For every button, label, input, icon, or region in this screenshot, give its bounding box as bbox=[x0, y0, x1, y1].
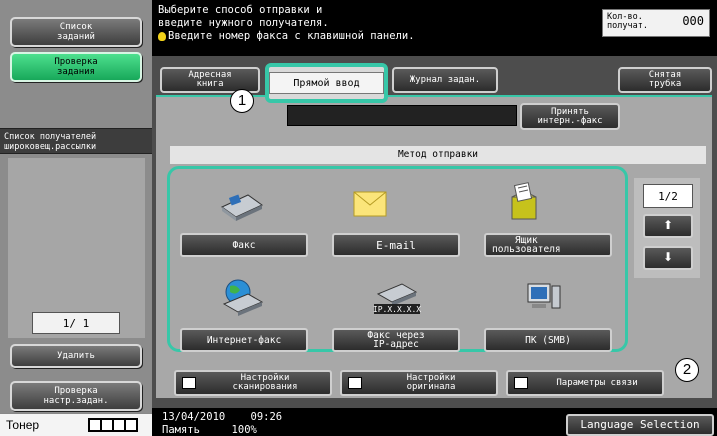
language-selection-button[interactable]: Language Selection bbox=[566, 414, 714, 436]
original-settings-button[interactable]: Настройки оригинала bbox=[340, 370, 498, 396]
fax-number-input[interactable] bbox=[287, 105, 517, 126]
recipient-count: Кол-во. получат. 000 bbox=[602, 9, 710, 37]
memory-label: Память bbox=[162, 424, 200, 436]
check-settings-button[interactable]: Проверка настр.задан. bbox=[10, 381, 142, 411]
broadcast-list[interactable] bbox=[8, 158, 145, 338]
accept-internet-fax-button[interactable]: Принять интерн.-факс bbox=[520, 103, 620, 130]
svg-text:IP.X.X.X.X: IP.X.X.X.X bbox=[373, 305, 421, 314]
internet-fax-icon bbox=[212, 276, 272, 318]
envelope-icon bbox=[340, 183, 400, 225]
job-list-button[interactable]: Список заданий bbox=[10, 17, 142, 47]
memory-value: 100% bbox=[231, 424, 257, 436]
comm-settings-button[interactable]: Параметры связи bbox=[506, 370, 664, 396]
toner-gauge bbox=[88, 418, 138, 432]
original-settings-icon bbox=[348, 377, 362, 389]
page-up-button[interactable]: ⬆ bbox=[643, 214, 693, 238]
pc-smb-button[interactable]: ПК (SMB) bbox=[484, 328, 612, 352]
method-header: Метод отправки bbox=[170, 146, 706, 164]
tab-job-log[interactable]: Журнал задан. bbox=[392, 67, 498, 93]
comm-settings-icon bbox=[514, 377, 528, 389]
lightbulb-icon bbox=[158, 32, 166, 41]
fax-button[interactable]: Факс bbox=[180, 233, 308, 257]
fax-icon bbox=[212, 183, 272, 225]
delete-button[interactable]: Удалить bbox=[10, 344, 142, 368]
tab-off-hook[interactable]: Снятая трубка bbox=[618, 67, 712, 93]
user-box-icon bbox=[494, 180, 554, 222]
recipient-count-value: 000 bbox=[682, 14, 704, 28]
user-box-button[interactable]: Ящик пользователя bbox=[484, 233, 612, 257]
toner-status: Тонер bbox=[0, 413, 152, 436]
pc-icon bbox=[514, 276, 574, 318]
scan-settings-button[interactable]: Настройки сканирования bbox=[174, 370, 332, 396]
ip-fax-button[interactable]: Факс через IP-адрес bbox=[332, 328, 460, 352]
callout-1: 1 bbox=[230, 89, 254, 113]
status-date: 13/04/2010 bbox=[162, 411, 226, 423]
callout-2: 2 bbox=[675, 358, 699, 382]
arrow-down-icon: ⬇ bbox=[662, 250, 674, 264]
arrow-up-icon: ⬆ bbox=[662, 218, 674, 232]
ip-fax-icon: IP.X.X.X.X bbox=[367, 276, 427, 318]
sidebar-page-counter: 1/ 1 bbox=[32, 312, 120, 334]
scan-settings-icon bbox=[182, 377, 196, 389]
method-page-label: 1/2 bbox=[643, 184, 693, 208]
broadcast-list-header: Список получателей широковещ.рассылки bbox=[0, 128, 152, 154]
email-button[interactable]: E-mail bbox=[332, 233, 460, 257]
toner-label: Тонер bbox=[6, 418, 40, 432]
status-time: 09:26 bbox=[250, 411, 283, 423]
tab-direct-input[interactable]: Прямой ввод bbox=[265, 63, 388, 103]
check-job-button[interactable]: Проверка задания bbox=[10, 52, 142, 82]
internet-fax-button[interactable]: Интернет-факс bbox=[180, 328, 308, 352]
page-down-button[interactable]: ⬇ bbox=[643, 246, 693, 270]
